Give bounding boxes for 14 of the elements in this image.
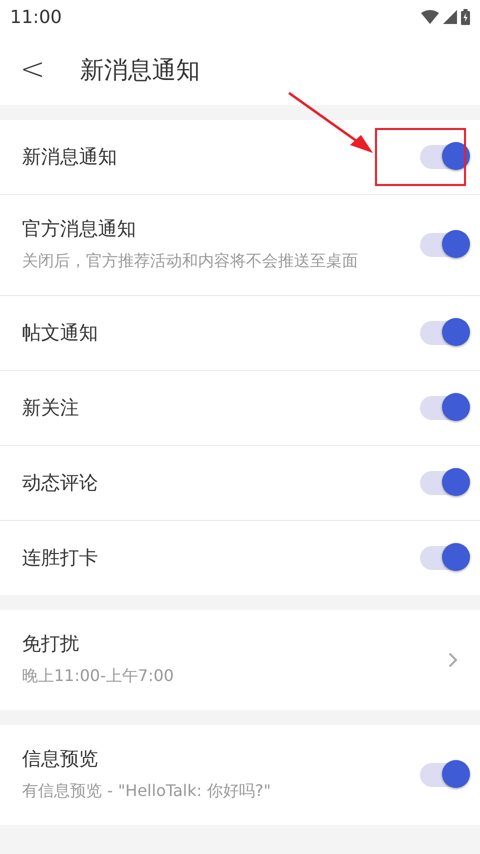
setting-label: 帖文通知: [22, 321, 99, 346]
back-button[interactable]: <: [0, 52, 60, 87]
setting-label: 连胜打卡: [22, 546, 99, 571]
setting-label: 动态评论: [22, 471, 99, 496]
setting-label: 信息预览: [22, 747, 99, 772]
setting-label: 新消息通知: [22, 145, 118, 170]
status-time: 11:00: [10, 6, 62, 28]
setting-label: 官方消息通知: [22, 217, 137, 242]
setting-description: 关闭后，官方推荐活动和内容将不会推送至桌面: [22, 250, 359, 272]
page-title: 新消息通知: [80, 54, 200, 86]
setting-label: 新关注: [22, 396, 80, 421]
setting-label: 免打扰: [22, 632, 80, 657]
setting-description: 晚上11:00-上午7:00: [22, 665, 175, 687]
setting-description: 有信息预览 - "HelloTalk: 你好吗?": [22, 780, 272, 802]
